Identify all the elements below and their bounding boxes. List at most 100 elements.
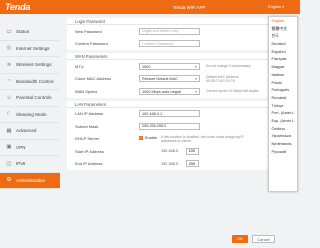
language-option-dutch[interactable]: Nederlands — [269, 140, 297, 148]
parental-icon: ☺ — [6, 94, 12, 101]
ipv6-icon: ◫ — [6, 160, 12, 167]
wifi-icon: ≋ — [6, 61, 12, 68]
moon-icon: ☾ — [6, 111, 12, 118]
dhcp-server-row: DHCP Server ✓ Enable If this function is… — [67, 133, 295, 146]
language-current: English — [268, 4, 282, 9]
language-selector[interactable]: English▾ — [265, 3, 292, 11]
login-password-panel: Login Password New Password Confirm Pass… — [67, 18, 295, 50]
sidebar-item-advanced[interactable]: ▦ Advanced — [0, 123, 60, 140]
wan-speed-hint: Current speed 10 Mbps half-duplex — [206, 88, 259, 93]
sidebar-item-ipv6[interactable]: ◫ IPv6 — [0, 156, 60, 173]
language-option-spanish-latam[interactable]: Esp. (Amér.L — [269, 117, 297, 125]
new-password-field[interactable] — [139, 27, 200, 35]
mtu-select[interactable]: 1500 ▼ — [139, 62, 200, 70]
clone-mac-label: Clone MAC Address — [75, 76, 112, 81]
start-ip-label: Start IP Address — [75, 148, 104, 154]
sidebar-item-internet-settings[interactable]: ◎ Internet Settings — [0, 40, 60, 57]
top-bar: Tenda Tenda WiFi APP English▾ — [0, 0, 300, 14]
sidebar-item-label: Status — [16, 29, 30, 35]
language-option-czech[interactable]: Čeština — [269, 125, 297, 133]
language-option-portuguese[interactable]: Português — [269, 86, 297, 94]
sidebar-item-bandwidth-control[interactable]: ◔ Bandwidth Control — [0, 73, 60, 90]
language-option-russian[interactable]: Русский — [269, 148, 297, 156]
chevron-down-icon: ▼ — [194, 64, 198, 69]
default-mac-hint: Default MAC Address: 50:2B:73:1F:F4:C9 — [206, 75, 240, 84]
dhcp-enable-label: Enable — [145, 136, 157, 140]
subnet-mask-row: Subnet Mask — [67, 120, 295, 133]
clone-mac-select[interactable]: Restore Default MAC ▼ — [139, 75, 200, 82]
language-option-german[interactable]: Deutsch — [269, 40, 297, 48]
end-ip-label: End IP Address — [75, 161, 103, 166]
start-ip-row: Start IP Address 192.168.0. — [67, 145, 295, 158]
ok-button[interactable]: OK — [232, 235, 248, 243]
wan-parameters-panel: WAN Parameters MTU 1500 ▼ Do not change … — [67, 53, 295, 98]
lan-ip-row: LAN IP Address — [67, 108, 295, 121]
end-ip-prefix: 192.168.0. — [161, 161, 179, 166]
gear-icon: ⚙ — [6, 177, 12, 184]
language-option-traditional-chinese[interactable]: 繁體中文 — [269, 25, 297, 33]
wan-speed-row: WAN Speed 1000 Mbps auto-negoti ▼ Curren… — [67, 85, 295, 98]
lan-ip-label: LAN IP Address — [75, 111, 104, 116]
language-option-ukrainian[interactable]: Українська — [269, 132, 297, 140]
wan-speed-value: 1000 Mbps auto-negoti — [142, 89, 181, 94]
confirm-password-field[interactable] — [139, 40, 200, 47]
dhcp-enable-checkbox[interactable]: ✓ — [139, 136, 143, 140]
new-password-row: New Password — [67, 25, 295, 38]
language-option-portuguese-latam[interactable]: Port. (Amér.L — [269, 109, 297, 117]
wan-speed-select[interactable]: 1000 Mbps auto-negoti ▼ — [139, 87, 200, 95]
start-ip-field[interactable] — [186, 147, 199, 155]
sidebar-item-sleeping-mode[interactable]: ☾ Sleeping Mode — [0, 106, 60, 123]
advanced-icon: ▦ — [6, 127, 12, 134]
tenda-logo: Tenda — [5, 2, 31, 12]
confirm-password-row: Confirm Password — [67, 38, 295, 51]
confirm-password-label: Confirm Password — [75, 41, 108, 46]
sidebar-item-label: Administration — [16, 177, 46, 183]
sidebar-item-label: Advanced — [16, 128, 37, 134]
chevron-down-icon: ▾ — [282, 5, 284, 9]
clone-mac-value: Restore Default MAC — [142, 77, 178, 81]
end-ip-row: End IP Address 192.168.0. — [67, 158, 295, 171]
app-title-link[interactable]: Tenda WiFi APP — [173, 5, 206, 10]
language-option-italian[interactable]: Italiano — [269, 71, 297, 79]
main-content: Login Password New Password Confirm Pass… — [67, 18, 295, 244]
lan-parameters-panel: LAN Parameters LAN IP Address Subnet Mas… — [67, 100, 295, 171]
sidebar-item-label: Sleeping Mode — [16, 111, 47, 117]
end-ip-field[interactable] — [186, 160, 199, 167]
mtu-row: MTU 1500 ▼ Do not change it unnecessary — [67, 60, 295, 73]
language-option-english[interactable]: English — [269, 17, 297, 25]
sidebar-item-label: Wireless Settings — [16, 62, 52, 68]
clone-mac-row: Clone MAC Address Restore Default MAC ▼ … — [67, 73, 295, 86]
sidebar-item-label: Parental Controls — [16, 95, 52, 101]
sidebar-item-status[interactable]: ▭ Status — [0, 24, 60, 41]
language-dropdown-menu: English 繁體中文 한국 Deutsch Español Français… — [268, 16, 298, 192]
new-password-label: New Password — [75, 28, 102, 34]
bandwidth-icon: ◔ — [7, 78, 11, 85]
dhcp-hint: If this function is disabled, the router… — [161, 135, 244, 144]
cancel-button[interactable]: Cancel — [252, 235, 275, 243]
chevron-down-icon: ▼ — [194, 77, 198, 81]
globe-icon: ◎ — [6, 45, 12, 52]
lan-ip-field[interactable] — [139, 110, 200, 117]
section-title: LAN Parameters — [67, 100, 295, 108]
language-option-polish[interactable]: Polski — [269, 79, 297, 87]
language-option-hungarian[interactable]: Magyar — [269, 63, 297, 71]
subnet-mask-field[interactable] — [139, 122, 200, 130]
mtu-label: MTU — [75, 63, 84, 69]
start-ip-prefix: 192.168.0. — [161, 149, 179, 153]
mtu-value: 1500 — [142, 64, 151, 69]
language-option-french[interactable]: Français — [269, 55, 297, 63]
language-option-turkish[interactable]: Türkçe — [269, 102, 297, 110]
sidebar-item-label: IPv6 — [16, 161, 26, 167]
sidebar-item-wireless-settings[interactable]: ≋ Wireless Settings — [0, 57, 60, 74]
vpn-icon: ▣ — [6, 144, 12, 151]
sidebar-item-vpn[interactable]: ▣ VPN — [0, 139, 60, 156]
language-option-korean[interactable]: 한국 — [269, 32, 297, 40]
sidebar-item-administration[interactable]: ⚙ Administration — [0, 172, 60, 189]
status-icon: ▭ — [6, 28, 12, 35]
dhcp-server-label: DHCP Server — [75, 136, 100, 141]
language-option-spanish[interactable]: Español — [269, 48, 297, 56]
chevron-down-icon: ▼ — [194, 89, 198, 94]
sidebar-item-parental-controls[interactable]: ☺ Parental Controls — [0, 90, 60, 107]
sidebar-item-label: Bandwidth Control — [16, 78, 54, 84]
language-option-romanian[interactable]: Română — [269, 94, 297, 102]
